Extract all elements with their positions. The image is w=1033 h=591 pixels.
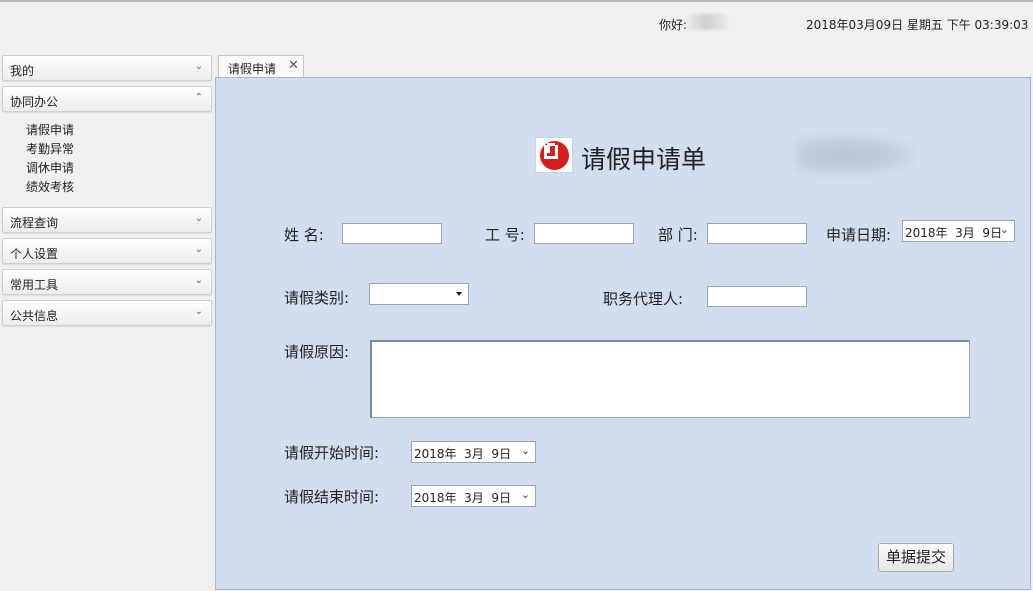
sidebar-section-personal-settings[interactable]: 个人设置 ⌄	[2, 238, 212, 264]
chevron-down-icon: ⌄	[194, 213, 203, 224]
sidebar-section-label: 常用工具	[10, 278, 59, 292]
leave-type-label: 请假类别:	[284, 289, 350, 307]
name-input[interactable]	[342, 223, 442, 244]
sidebar-item-time-off[interactable]: 调休申请	[26, 159, 212, 178]
start-date-value: 2018年 3月 9日	[414, 447, 512, 461]
redacted-block	[796, 133, 918, 177]
sidebar-section-public-info[interactable]: 公共信息 ⌄	[2, 300, 212, 326]
leave-request-form: 请假申请单 姓 名: 工 号: 部 门: 申请日期: 2018年 3月 9日 ⌄…	[215, 77, 1031, 590]
sidebar-section-label: 我的	[10, 64, 35, 78]
close-icon[interactable]: ✕	[288, 58, 299, 73]
sidebar-section-office[interactable]: 协同办公 ⌃	[2, 86, 212, 112]
employee-no-input[interactable]	[534, 223, 634, 244]
end-date-picker[interactable]: 2018年 3月 9日 ⌄	[411, 485, 536, 507]
dropdown-arrow-icon	[456, 292, 462, 296]
end-date-value: 2018年 3月 9日	[414, 491, 512, 505]
sidebar-section-label: 流程查询	[10, 216, 59, 230]
sidebar-item-leave-request[interactable]: 请假申请	[26, 121, 212, 140]
department-label: 部 门:	[658, 226, 698, 244]
apply-date-value: 2018年 3月 9日	[905, 226, 1003, 240]
company-logo	[535, 137, 573, 173]
chevron-down-icon: ⌄	[520, 444, 530, 457]
start-time-label: 请假开始时间:	[284, 444, 380, 462]
sidebar: 我的 ⌄ 协同办公 ⌃ 请假申请 考勤异常 调休申请 绩效考核 流程查询 ⌄ 个…	[2, 55, 212, 331]
tab-label: 请假申请	[228, 62, 277, 76]
sidebar-section-tools[interactable]: 常用工具 ⌄	[2, 269, 212, 295]
sidebar-section-label: 公共信息	[10, 309, 59, 323]
chevron-down-icon: ⌄	[999, 223, 1009, 236]
sidebar-section-my[interactable]: 我的 ⌄	[2, 55, 212, 81]
current-datetime: 2018年03月09日 星期五 下午 03:39:03	[806, 18, 1029, 32]
reason-label: 请假原因:	[284, 343, 350, 361]
sidebar-item-performance[interactable]: 绩效考核	[26, 178, 212, 197]
apply-date-label: 申请日期:	[826, 226, 892, 244]
sidebar-item-attendance-exception[interactable]: 考勤异常	[26, 140, 212, 159]
greeting-text: 你好:	[659, 18, 688, 32]
chevron-down-icon: ⌄	[520, 488, 530, 501]
start-date-picker[interactable]: 2018年 3月 9日 ⌄	[411, 441, 536, 463]
department-input[interactable]	[707, 223, 807, 244]
agent-input[interactable]	[707, 286, 807, 307]
chevron-down-icon: ⌄	[194, 61, 203, 72]
leave-type-select[interactable]	[369, 283, 469, 305]
chevron-down-icon: ⌄	[194, 244, 203, 255]
end-time-label: 请假结束时间:	[284, 488, 380, 506]
sidebar-section-label: 协同办公	[10, 95, 59, 109]
tab-leave-request[interactable]: 请假申请 ✕	[218, 55, 304, 78]
chevron-down-icon: ⌄	[194, 306, 203, 317]
top-bar: 你好: 2018年03月09日 星期五 下午 03:39:03	[0, 0, 1033, 46]
chevron-up-icon: ⌃	[194, 92, 203, 103]
apply-date-picker[interactable]: 2018年 3月 9日 ⌄	[902, 220, 1015, 242]
sidebar-office-items: 请假申请 考勤异常 调休申请 绩效考核	[2, 117, 212, 207]
employee-no-label: 工 号:	[485, 226, 525, 244]
chevron-down-icon: ⌄	[194, 275, 203, 286]
logo-glyph-top	[547, 143, 555, 153]
sidebar-section-label: 个人设置	[10, 247, 59, 261]
redacted-username	[688, 14, 730, 30]
reason-textarea[interactable]	[370, 340, 970, 418]
agent-label: 职务代理人:	[603, 290, 684, 308]
sidebar-section-process-query[interactable]: 流程查询 ⌄	[2, 207, 212, 233]
submit-button[interactable]: 单据提交	[878, 543, 954, 572]
name-label: 姓 名:	[284, 226, 324, 244]
form-title: 请假申请单	[581, 145, 707, 174]
